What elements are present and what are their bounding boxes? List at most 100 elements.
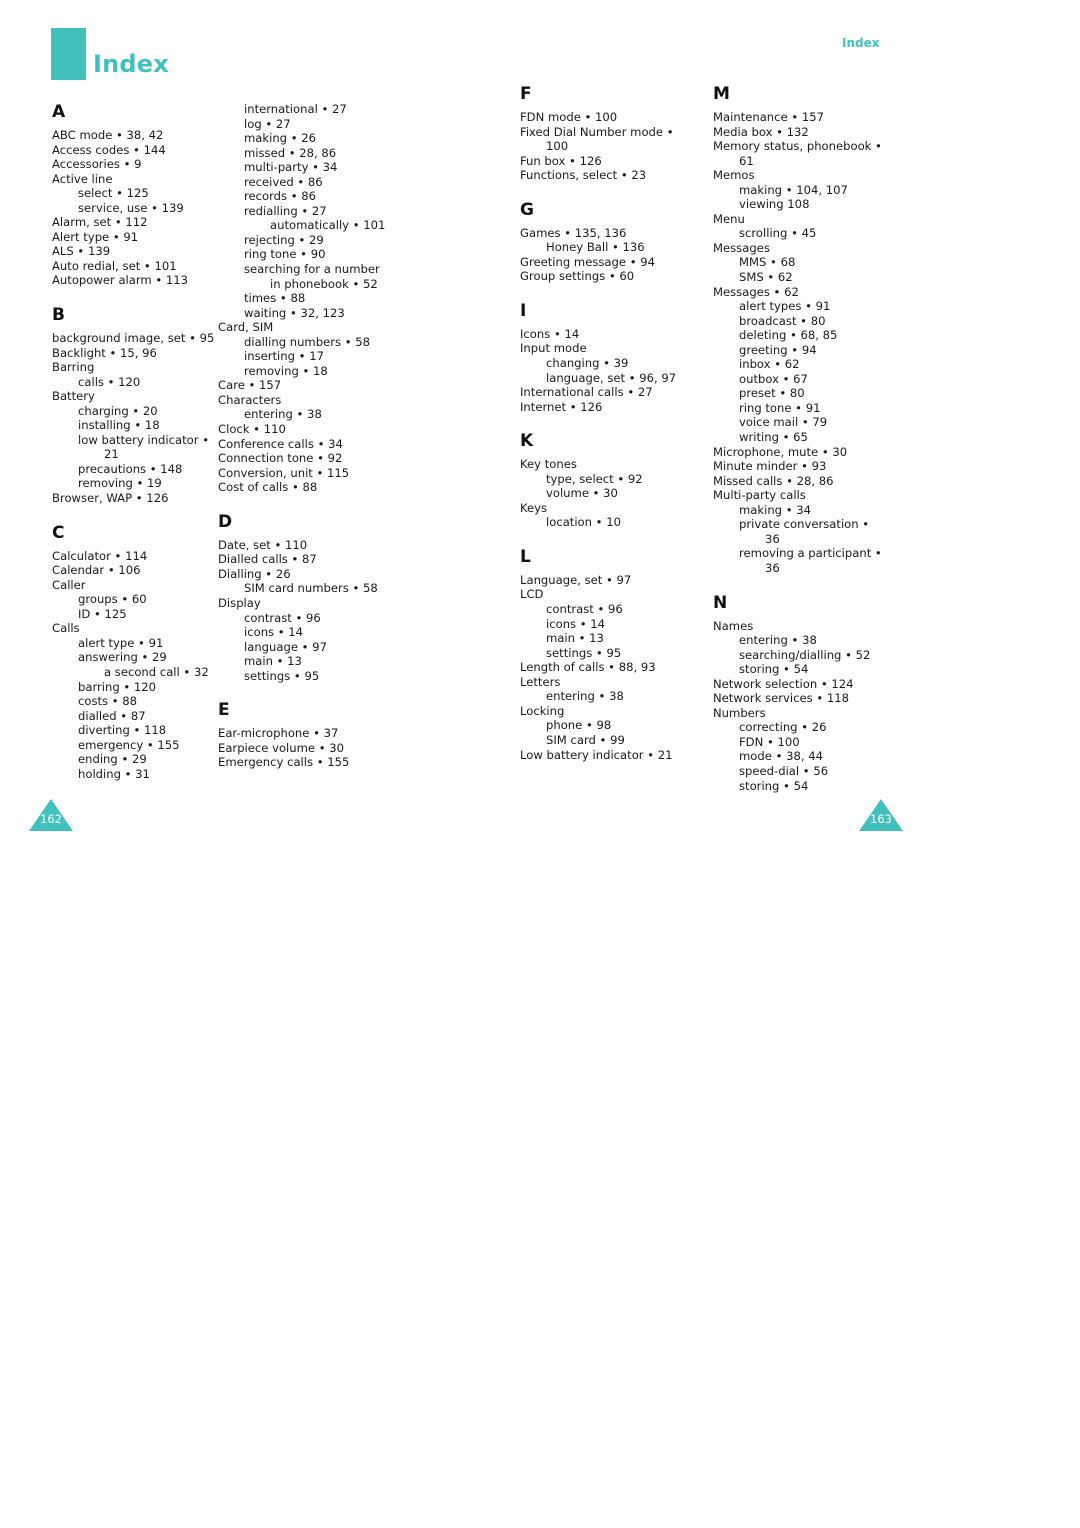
index-entry: inbox • 62 [739, 357, 800, 372]
index-entry: alert types • 91 [739, 299, 831, 314]
index-entry: Letters [520, 674, 561, 689]
index-entry: Care • 157 [218, 378, 282, 393]
index-entry: emergency • 155 [78, 737, 180, 752]
index-entry: Locking [520, 703, 565, 718]
index-entry: background image, set • 95 [52, 331, 215, 346]
index-entry: dialling numbers • 58 [244, 334, 370, 349]
index-entry: FDN • 100 [739, 734, 800, 749]
index-entry: searching for a number [244, 262, 380, 277]
index-entry: Browser, WAP • 126 [52, 491, 169, 506]
index-entry: Fun box • 126 [520, 153, 602, 168]
index-entry: ring tone • 91 [739, 400, 821, 415]
index-entry: redialling • 27 [244, 203, 327, 218]
index-entry: contrast • 96 [546, 602, 623, 617]
index-entry: Backlight • 15, 96 [52, 345, 157, 360]
running-head: Index [842, 36, 880, 50]
page-number-right-label: 163 [870, 812, 892, 826]
index-entry: select • 125 [78, 186, 149, 201]
index-entry: 21 [104, 447, 119, 462]
index-entry: searching/dialling • 52 [739, 647, 871, 662]
section-letter: I [520, 300, 527, 321]
index-entry: scrolling • 45 [739, 226, 817, 241]
index-entry: Emergency calls • 155 [218, 755, 350, 770]
index-entry: Accessories • 9 [52, 157, 142, 172]
index-entry: Honey Ball • 136 [546, 240, 645, 255]
section-letter: C [52, 522, 65, 543]
index-section: A ABC mode • 38, 42 Access codes • 144 Acce… [52, 102, 242, 288]
index-entry: Keys [520, 500, 548, 515]
index-entry: phone • 98 [546, 718, 612, 733]
index-column-3: F FDN mode • 100 Fixed Dial Number mode • 1… [520, 84, 710, 762]
index-entry: broadcast • 80 [739, 313, 826, 328]
index-entry: Media box • 132 [713, 124, 809, 139]
index-entry: removing • 19 [78, 476, 162, 491]
index-entry: FDN mode • 100 [520, 110, 618, 124]
index-entry: private conversation • [739, 517, 870, 532]
index-column-4: M Maintenance • 157 Media box • 132 Memory … [713, 84, 903, 793]
index-entry: Autopower alarm • 113 [52, 273, 189, 288]
index-entry: SMS • 62 [739, 270, 793, 285]
index-entry: type, select • 92 [546, 471, 643, 486]
index-entry: Group settings • 60 [520, 269, 635, 284]
index-entry: Menu [713, 211, 745, 226]
index-entry: preset • 80 [739, 386, 805, 401]
index-entry: Network services • 118 [713, 691, 850, 706]
index-entry: a second call • 32 [104, 664, 209, 679]
index-entry: rejecting • 29 [244, 232, 324, 247]
index-entry: ending • 29 [78, 752, 147, 767]
index-section: D Date, set • 110 Dialled calls • 87 Dialli… [218, 512, 408, 683]
index-column-1: A ABC mode • 38, 42 Access codes • 144 Acce… [52, 102, 242, 781]
index-entry: removing a participant • [739, 546, 882, 561]
index-entry: records • 86 [244, 189, 317, 204]
index-entry: Messages • 62 [713, 284, 799, 299]
section-letter: L [520, 546, 531, 567]
index-entry: 36 [765, 560, 780, 575]
index-entry: Clock • 110 [218, 422, 286, 437]
index-entry: Icons • 14 [520, 326, 580, 341]
index-entry: icons • 14 [546, 616, 606, 631]
index-entry: speed-dial • 56 [739, 763, 829, 778]
index-entry: LCD [520, 587, 544, 602]
index-entry: Games • 135, 136 [520, 225, 627, 240]
index-entry: mode • 38, 44 [739, 749, 823, 764]
index-entry: groups • 60 [78, 592, 147, 607]
index-entry: Characters [218, 392, 282, 407]
index-entry: Calculator • 114 [52, 548, 148, 563]
index-entry: Calendar • 106 [52, 563, 141, 578]
index-entry: storing • 54 [739, 662, 809, 677]
section-letter: E [218, 700, 230, 721]
index-entry: entering • 38 [244, 407, 322, 422]
index-entry: Battery [52, 389, 95, 404]
index-section: international • 27 log • 27 making • 26 mis… [218, 102, 408, 495]
index-entry: writing • 65 [739, 430, 808, 445]
index-entry: ring tone • 90 [244, 247, 326, 262]
title-accent-block [51, 28, 86, 80]
index-entry: Conversion, unit • 115 [218, 465, 350, 480]
index-entry: voice mail • 79 [739, 415, 828, 430]
index-entry: 36 [765, 531, 780, 546]
index-entry: Low battery indicator • 21 [520, 747, 673, 762]
index-entry: ABC mode • 38, 42 [52, 128, 164, 142]
index-entry: holding • 31 [78, 766, 150, 781]
index-entry: Multi-party calls [713, 488, 806, 503]
index-entry: viewing 108 [739, 197, 810, 212]
index-entry: precautions • 148 [78, 461, 183, 476]
section-letter: D [218, 511, 233, 532]
index-entry: deleting • 68, 85 [739, 328, 838, 343]
index-entry: entering • 38 [739, 633, 817, 648]
index-entry: entering • 38 [546, 689, 624, 704]
index-entry: alert type • 91 [78, 635, 164, 650]
index-section: I Icons • 14 Input mode changing • 39 langua… [520, 301, 710, 414]
index-entry: Memory status, phonebook • [713, 139, 882, 154]
index-entry: Microphone, mute • 30 [713, 444, 848, 459]
index-entry: Ear-microphone • 37 [218, 726, 339, 741]
index-entry: Language, set • 97 [520, 572, 632, 587]
index-entry: Network selection • 124 [713, 676, 854, 691]
page-number-left: 162 [29, 799, 73, 831]
